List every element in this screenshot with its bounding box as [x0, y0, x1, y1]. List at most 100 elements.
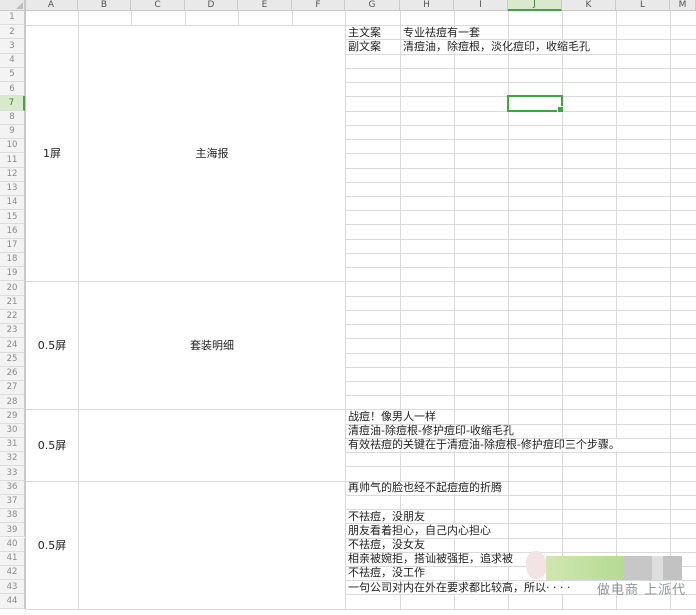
gridline-h: [345, 296, 696, 297]
gridline-h: [345, 281, 696, 282]
fill-handle[interactable]: [557, 106, 564, 113]
row-header-36[interactable]: 36: [0, 481, 25, 495]
gridline-v: [670, 11, 671, 609]
row-header-25[interactable]: 25: [0, 353, 25, 367]
gridline-h: [345, 54, 696, 55]
row-header-1[interactable]: 1: [0, 11, 25, 25]
row-header-18[interactable]: 18: [0, 253, 25, 267]
row-header-17[interactable]: 17: [0, 239, 25, 253]
cell-G39[interactable]: 朋友看着担心，自己内心担心: [347, 525, 492, 537]
gridline-h: [345, 125, 696, 126]
column-header-I[interactable]: I: [454, 0, 508, 11]
gridline-v: [131, 11, 132, 25]
row-header-30[interactable]: 30: [0, 424, 25, 438]
cell-G30[interactable]: 清痘油-除痘根-修护痘印-收缩毛孔: [347, 425, 515, 437]
gridline-h: [345, 310, 696, 311]
gridline-h: [345, 338, 696, 339]
row-header-16[interactable]: 16: [0, 224, 25, 238]
gridline-h: [345, 381, 696, 382]
row-header-21[interactable]: 21: [0, 296, 25, 310]
column-header-A[interactable]: A: [25, 0, 78, 11]
gridline-h: [345, 82, 696, 83]
row-header-6[interactable]: 6: [0, 82, 25, 96]
row-header-3[interactable]: 3: [0, 39, 25, 53]
cell-G41[interactable]: 相亲被婉拒，搭讪被强拒，追求被: [347, 553, 514, 565]
column-header-L[interactable]: L: [616, 0, 670, 11]
gridline-h: [345, 452, 696, 453]
row-header-9[interactable]: 9: [0, 125, 25, 139]
row-header-29[interactable]: 29: [0, 409, 25, 423]
watermark-text: 做电商 上派代: [597, 579, 686, 598]
cell-G42[interactable]: 不祛痘，没工作: [347, 567, 426, 579]
row-header-28[interactable]: 28: [0, 395, 25, 409]
row-header-44[interactable]: 44: [0, 594, 25, 608]
row-header-33[interactable]: 33: [0, 466, 25, 480]
column-header-K[interactable]: K: [562, 0, 616, 11]
merged-cell-label-1[interactable]: 主海报: [79, 25, 345, 281]
merged-cell-screen-1[interactable]: 1屏: [26, 25, 78, 281]
row-header-19[interactable]: 19: [0, 267, 25, 281]
spreadsheet: ABCDEFGHIJKLM123456789101112131415161718…: [0, 0, 696, 615]
column-header-D[interactable]: D: [185, 0, 238, 11]
row-header-15[interactable]: 15: [0, 210, 25, 224]
cell-G40[interactable]: 不祛痘，没女友: [347, 539, 426, 551]
row-header-8[interactable]: 8: [0, 111, 25, 125]
watermark-green-blob: [546, 556, 624, 580]
column-header-F[interactable]: F: [292, 0, 345, 11]
row-header-39[interactable]: 39: [0, 523, 25, 537]
merged-cell-screen-2[interactable]: 0.5屏: [26, 281, 78, 409]
merged-cell-label-2[interactable]: 套装明细: [79, 281, 345, 409]
selected-cell-J7[interactable]: [507, 95, 563, 111]
cell-G36[interactable]: 再帅气的脸也经不起痘痘的折腾: [347, 482, 503, 494]
row-header-4[interactable]: 4: [0, 54, 25, 68]
row-header-41[interactable]: 41: [0, 552, 25, 566]
cell-G43[interactable]: 一句公司对内在外在要求都比较高，所以· · · ·: [347, 582, 571, 594]
column-header-M[interactable]: M: [670, 0, 696, 11]
row-header-43[interactable]: 43: [0, 580, 25, 594]
row-header-2[interactable]: 2: [0, 25, 25, 39]
select-all-corner[interactable]: [0, 0, 25, 11]
column-header-J[interactable]: J: [508, 0, 562, 11]
merged-cell-screen-3[interactable]: 0.5屏: [26, 409, 78, 480]
row-header-10[interactable]: 10: [0, 139, 25, 153]
row-header-12[interactable]: 12: [0, 168, 25, 182]
row-header-42[interactable]: 42: [0, 566, 25, 580]
row-header-38[interactable]: 38: [0, 509, 25, 523]
gridline-h: [345, 196, 696, 197]
column-header-B[interactable]: B: [78, 0, 131, 11]
gridline-v: [454, 11, 455, 609]
cell-G38[interactable]: 不祛痘，没朋友: [347, 511, 426, 523]
cell-H3[interactable]: 清痘油，除痘根，淡化痘印，收缩毛孔: [402, 41, 591, 53]
cell-G3[interactable]: 副文案: [347, 41, 382, 53]
cell-G31[interactable]: 有效祛痘的关键在于清痘油-除痘根-修护痘印三个步骤。: [347, 439, 621, 451]
row-header-13[interactable]: 13: [0, 182, 25, 196]
row-header-22[interactable]: 22: [0, 310, 25, 324]
gridline-v: [185, 11, 186, 25]
column-header-G[interactable]: G: [345, 0, 400, 11]
row-header-26[interactable]: 26: [0, 367, 25, 381]
row-header-11[interactable]: 11: [0, 153, 25, 167]
merged-cell-label-4[interactable]: [79, 481, 345, 609]
row-header-14[interactable]: 14: [0, 196, 25, 210]
row-header-23[interactable]: 23: [0, 324, 25, 338]
row-header-7[interactable]: 7: [0, 96, 25, 110]
column-header-C[interactable]: C: [131, 0, 185, 11]
row-header-24[interactable]: 24: [0, 338, 25, 352]
cell-G2[interactable]: 主文案: [347, 27, 382, 39]
row-header-32[interactable]: 32: [0, 452, 25, 466]
row-header-27[interactable]: 27: [0, 381, 25, 395]
row-header-37[interactable]: 37: [0, 495, 25, 509]
merged-cell-label-3[interactable]: [79, 409, 345, 480]
row-header-40[interactable]: 40: [0, 538, 25, 552]
merged-cell-screen-4[interactable]: 0.5屏: [26, 481, 78, 609]
row-header-31[interactable]: 31: [0, 438, 25, 452]
row-header-5[interactable]: 5: [0, 68, 25, 82]
cell-G29[interactable]: 战痘！像男人一样: [347, 411, 437, 423]
column-header-H[interactable]: H: [400, 0, 454, 11]
gridline-h: [345, 353, 696, 354]
gridline-h: [345, 466, 696, 467]
column-header-E[interactable]: E: [238, 0, 292, 11]
gridline-h: [345, 367, 696, 368]
row-header-20[interactable]: 20: [0, 281, 25, 295]
cell-H2[interactable]: 专业祛痘有一套: [402, 27, 481, 39]
